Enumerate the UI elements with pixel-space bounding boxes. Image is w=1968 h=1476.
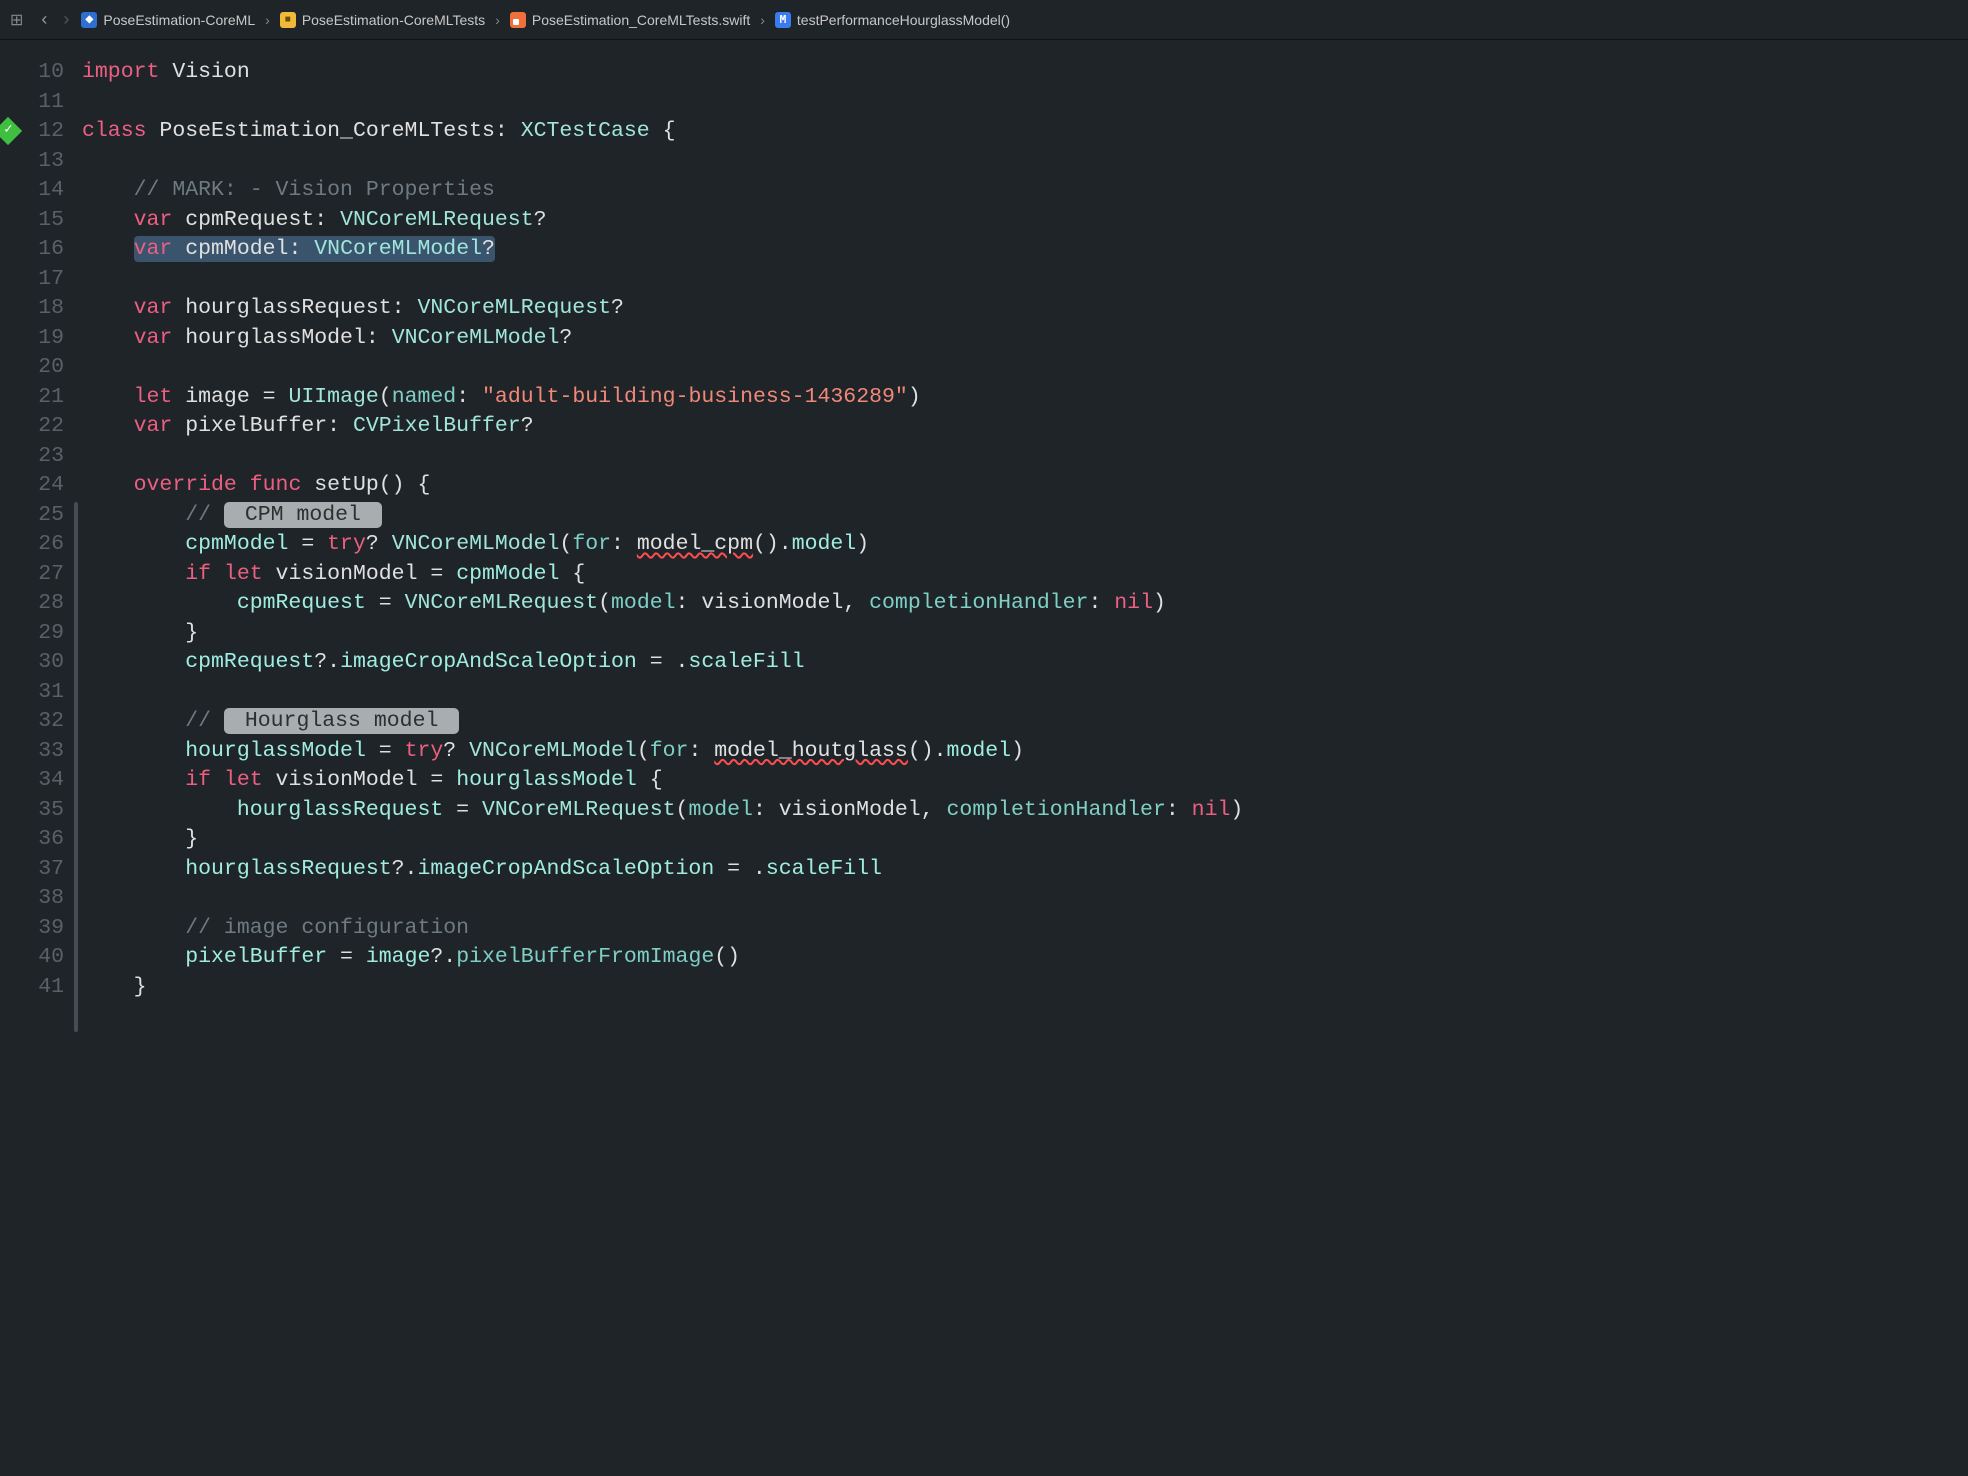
method-icon: M (775, 12, 791, 28)
chevron-right-icon: › (263, 12, 272, 28)
code-line[interactable]: if let visionModel = cpmModel { (82, 560, 1968, 590)
breadcrumb-label: PoseEstimation-CoreML (103, 12, 255, 28)
breadcrumb-folder[interactable]: ■ PoseEstimation-CoreMLTests (280, 12, 485, 28)
project-icon: ◆ (81, 12, 97, 28)
nav-forward-icon[interactable]: › (59, 9, 73, 30)
line-number: 39 (0, 914, 64, 944)
jump-bar[interactable]: ⊞ ‹ › ◆ PoseEstimation-CoreML › ■ PoseEs… (0, 0, 1968, 40)
code-content[interactable]: import Vision class PoseEstimation_CoreML… (82, 40, 1968, 1476)
line-number: 18 (0, 294, 64, 324)
code-line[interactable]: // CPM model (82, 501, 1968, 531)
line-number: 24 (0, 471, 64, 501)
line-number: 26 (0, 530, 64, 560)
line-number-gutter: 101112✓131415161718192021222324252627282… (0, 40, 82, 1476)
code-line[interactable]: class PoseEstimation_CoreMLTests: XCTest… (82, 117, 1968, 147)
code-line[interactable] (82, 884, 1968, 914)
code-line[interactable]: hourglassRequest?.imageCropAndScaleOptio… (82, 855, 1968, 885)
code-line[interactable]: var cpmRequest: VNCoreMLRequest? (82, 206, 1968, 236)
line-number: 12✓ (0, 117, 64, 147)
mark-tag: CPM model (224, 502, 382, 528)
line-number: 29 (0, 619, 64, 649)
code-line[interactable]: cpmModel = try? VNCoreMLModel(for: model… (82, 530, 1968, 560)
code-line[interactable]: hourglassRequest = VNCoreMLRequest(model… (82, 796, 1968, 826)
related-items-icon[interactable]: ⊞ (10, 10, 29, 30)
code-line[interactable]: var hourglassRequest: VNCoreMLRequest? (82, 294, 1968, 324)
code-line[interactable]: import Vision (82, 58, 1968, 88)
fold-ribbon[interactable] (74, 502, 78, 1032)
line-number: 28 (0, 589, 64, 619)
breadcrumb-method[interactable]: M testPerformanceHourglassModel() (775, 12, 1010, 28)
selection-highlight: var cpmModel: VNCoreMLModel? (134, 236, 495, 262)
mark-tag: Hourglass model (224, 708, 459, 734)
code-line[interactable]: // image configuration (82, 914, 1968, 944)
line-number: 13 (0, 147, 64, 177)
line-number: 30 (0, 648, 64, 678)
line-number: 15 (0, 206, 64, 236)
line-number: 21 (0, 383, 64, 413)
line-number: 27 (0, 560, 64, 590)
code-line[interactable]: } (82, 619, 1968, 649)
code-line[interactable] (82, 147, 1968, 177)
code-line[interactable]: var cpmModel: VNCoreMLModel? (82, 235, 1968, 265)
line-number: 41 (0, 973, 64, 1003)
folder-icon: ■ (280, 12, 296, 28)
line-number: 19 (0, 324, 64, 354)
code-line[interactable] (82, 678, 1968, 708)
chevron-right-icon: › (493, 12, 502, 28)
breadcrumb-file[interactable]: PoseEstimation_CoreMLTests.swift (510, 12, 750, 28)
code-line[interactable]: var hourglassModel: VNCoreMLModel? (82, 324, 1968, 354)
line-number: 35 (0, 796, 64, 826)
code-line[interactable]: } (82, 973, 1968, 1003)
line-number: 25 (0, 501, 64, 531)
code-line[interactable]: } (82, 825, 1968, 855)
code-line[interactable]: pixelBuffer = image?.pixelBufferFromImag… (82, 943, 1968, 973)
chevron-right-icon: › (758, 12, 767, 28)
line-number: 32 (0, 707, 64, 737)
code-line[interactable]: cpmRequest?.imageCropAndScaleOption = .s… (82, 648, 1968, 678)
code-line[interactable] (82, 442, 1968, 472)
line-number: 37 (0, 855, 64, 885)
breadcrumb-label: PoseEstimation-CoreMLTests (302, 12, 485, 28)
code-line[interactable]: cpmRequest = VNCoreMLRequest(model: visi… (82, 589, 1968, 619)
line-number: 36 (0, 825, 64, 855)
code-line[interactable] (82, 88, 1968, 118)
code-line[interactable]: if let visionModel = hourglassModel { (82, 766, 1968, 796)
code-line[interactable]: let image = UIImage(named: "adult-buildi… (82, 383, 1968, 413)
code-line[interactable]: var pixelBuffer: CVPixelBuffer? (82, 412, 1968, 442)
line-number: 33 (0, 737, 64, 767)
line-number: 40 (0, 943, 64, 973)
code-line[interactable] (82, 265, 1968, 295)
code-editor[interactable]: 101112✓131415161718192021222324252627282… (0, 40, 1968, 1476)
line-number: 23 (0, 442, 64, 472)
line-number: 17 (0, 265, 64, 295)
code-line[interactable]: override func setUp() { (82, 471, 1968, 501)
line-number: 10 (0, 58, 64, 88)
breadcrumb-label: testPerformanceHourglassModel() (797, 12, 1010, 28)
line-number: 11 (0, 88, 64, 118)
line-number: 34 (0, 766, 64, 796)
breadcrumb-label: PoseEstimation_CoreMLTests.swift (532, 12, 750, 28)
code-line[interactable]: // Hourglass model (82, 707, 1968, 737)
test-success-badge[interactable]: ✓ (0, 117, 22, 145)
code-line[interactable]: hourglassModel = try? VNCoreMLModel(for:… (82, 737, 1968, 767)
line-number: 31 (0, 678, 64, 708)
line-number: 22 (0, 412, 64, 442)
line-number: 20 (0, 353, 64, 383)
line-number: 16 (0, 235, 64, 265)
line-number: 38 (0, 884, 64, 914)
code-line[interactable]: // MARK: - Vision Properties (82, 176, 1968, 206)
nav-back-icon[interactable]: ‹ (37, 9, 51, 30)
line-number: 14 (0, 176, 64, 206)
swift-file-icon (510, 12, 526, 28)
code-line[interactable] (82, 353, 1968, 383)
breadcrumb-project[interactable]: ◆ PoseEstimation-CoreML (81, 12, 255, 28)
